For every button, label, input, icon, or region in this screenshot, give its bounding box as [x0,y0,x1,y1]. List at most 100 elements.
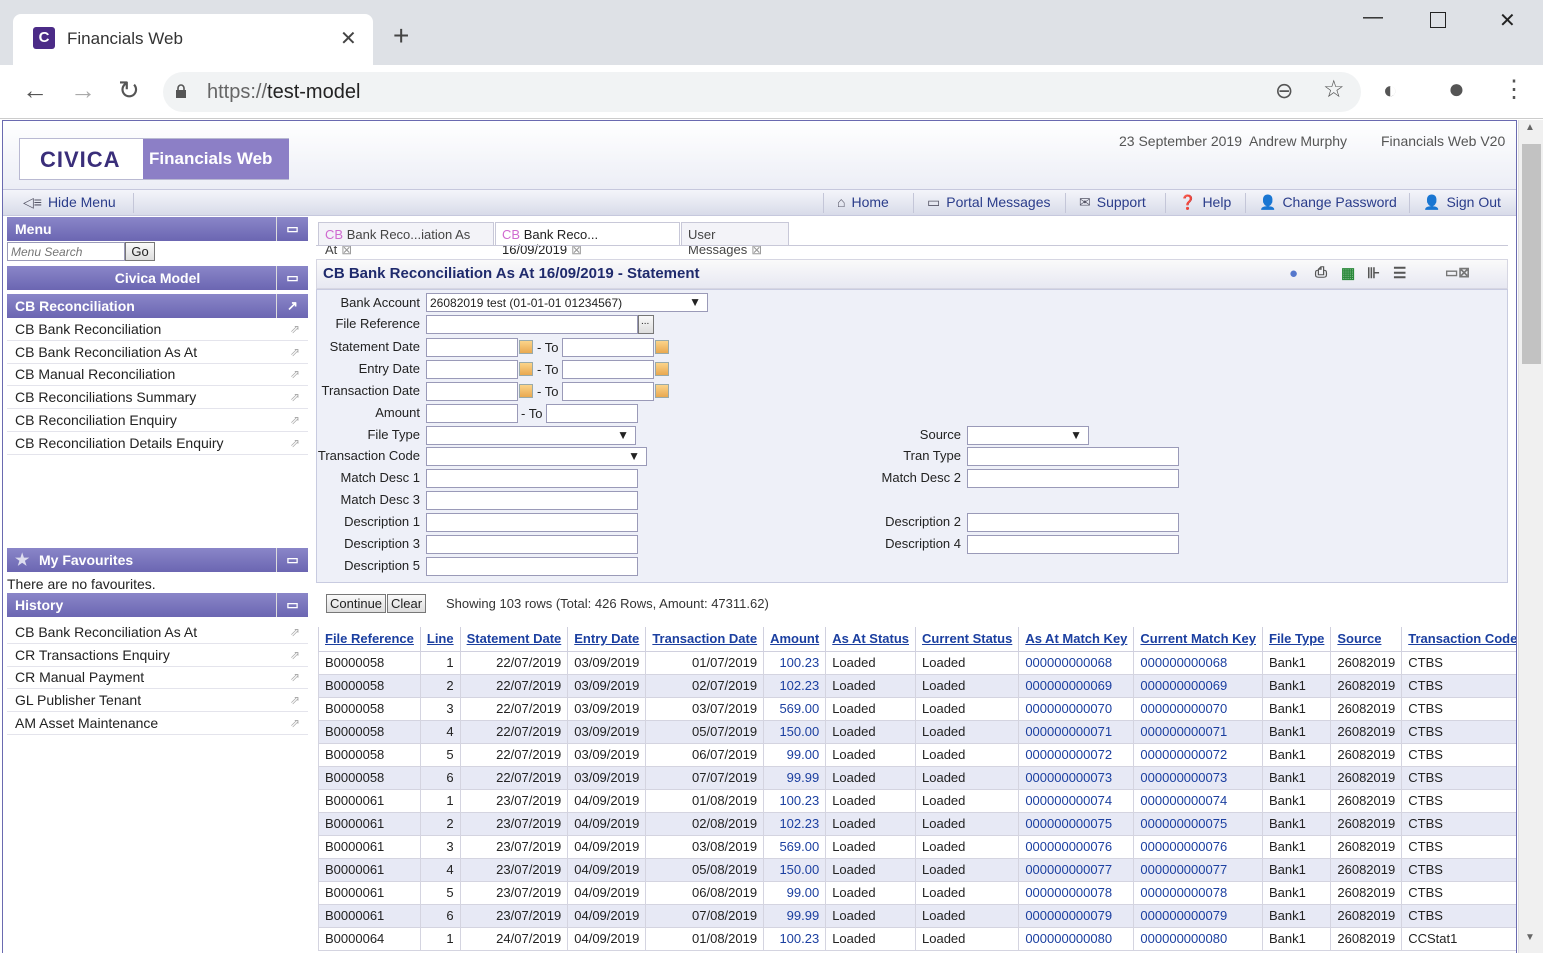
hide-menu-button[interactable]: ◁≡ Hide Menu [23,194,116,211]
table-cell[interactable]: 000000000080 [1133,926,1263,951]
table-row[interactable]: B0000061 1 23/07/2019 04/09/2019 01/08/2019 1… [318,788,1516,813]
file-reference-input[interactable] [426,315,638,334]
open-external-icon[interactable]: ⇗ [290,648,300,662]
column-header[interactable]: Transaction Date [645,627,765,652]
column-header[interactable]: File Type [1261,627,1332,652]
table-cell[interactable]: 000000000076 [1018,834,1135,859]
table-cell[interactable]: 000000000080 [1018,926,1135,951]
table-cell[interactable]: 000000000072 [1133,742,1263,767]
table-row[interactable]: B0000061 2 23/07/2019 04/09/2019 02/08/2019 1… [318,811,1516,836]
table-cell[interactable]: 000000000069 [1133,673,1263,698]
open-external-icon[interactable]: ⇗ [290,436,300,450]
table-cell[interactable]: 000000000068 [1018,650,1135,675]
statement-date-to-input[interactable] [562,338,654,357]
calendar-icon[interactable] [519,362,533,376]
browser-tab[interactable]: C Financials Web ✕ [13,14,373,65]
open-external-icon[interactable]: ⇗ [290,367,300,381]
table-row[interactable]: B0000058 2 22/07/2019 03/09/2019 02/07/2019 1… [318,673,1516,698]
back-icon[interactable]: ← [22,77,48,103]
continue-button[interactable]: Continue [326,594,387,613]
table-row[interactable]: B0000061 3 23/07/2019 04/09/2019 03/08/2019 5… [318,834,1516,859]
table-cell[interactable]: 000000000070 [1133,696,1263,721]
support-link[interactable]: ✉ Support [1079,194,1146,211]
table-cell[interactable]: 102.23 [763,673,827,698]
open-external-icon[interactable]: ⇗ [290,716,300,730]
menu-item[interactable]: CB Bank Reconciliation ⇗ [7,318,308,341]
table-cell[interactable]: 000000000071 [1018,719,1135,744]
entry-date-to-input[interactable] [562,360,654,379]
column-header[interactable]: As At Status [825,627,917,652]
table-row[interactable]: B0000058 4 22/07/2019 03/09/2019 05/07/2019 1… [318,719,1516,744]
file-type-select[interactable]: ▼ [426,426,636,445]
zoom-out-icon[interactable]: ⊖ [1275,78,1293,104]
table-row[interactable]: B0000064 1 24/07/2019 04/09/2019 01/08/2019 1… [318,926,1516,951]
table-cell[interactable]: 000000000079 [1133,903,1263,928]
table-cell[interactable]: 000000000074 [1018,788,1135,813]
amount-to-input[interactable] [546,404,638,423]
table-cell[interactable]: 000000000075 [1133,811,1263,836]
column-header[interactable]: Entry Date [567,627,647,652]
table-row[interactable]: B0000058 1 22/07/2019 03/09/2019 01/07/2019 1… [318,650,1516,675]
clear-button[interactable]: Clear [387,594,427,613]
table-cell[interactable]: 000000000068 [1133,650,1263,675]
calendar-icon[interactable] [655,384,669,398]
history-item[interactable]: CR Transactions Enquiry ⇗ [7,644,308,667]
scrollbar-thumb[interactable] [1522,144,1541,364]
calendar-icon[interactable] [655,340,669,354]
page-scrollbar[interactable]: ▲ ▼ [1518,120,1543,953]
open-external-icon[interactable]: ⇗ [290,322,300,336]
panel-toggle-icon[interactable]: ▭ [276,593,308,617]
table-cell[interactable]: 99.00 [763,880,827,905]
open-external-icon[interactable]: ⇗ [290,345,300,359]
table-cell[interactable]: 100.23 [763,650,827,675]
menu-item[interactable]: CB Reconciliations Summary ⇗ [7,386,308,409]
folder-up-icon[interactable]: ↗ [276,294,308,318]
window-close-icon[interactable]: ✕ [1499,8,1516,33]
table-cell[interactable]: 000000000075 [1018,811,1135,836]
column-header[interactable]: Current Match Key [1133,627,1263,652]
open-external-icon[interactable]: ⇗ [290,693,300,707]
transaction-date-to-input[interactable] [562,382,654,401]
extension-icon[interactable]: ◐ [1383,78,1398,104]
table-cell[interactable]: 000000000073 [1133,765,1263,790]
menu-item[interactable]: CB Bank Reconciliation As At ⇗ [7,341,308,364]
menu-item[interactable]: CB Manual Reconciliation ⇗ [7,363,308,386]
table-row[interactable]: B0000058 3 22/07/2019 03/09/2019 03/07/2019 5… [318,696,1516,721]
column-header[interactable]: Statement Date [459,627,569,652]
table-cell[interactable]: 100.23 [763,788,827,813]
table-row[interactable]: B0000061 6 23/07/2019 04/09/2019 07/08/2019 9… [318,903,1516,928]
table-cell[interactable]: 000000000074 [1133,788,1263,813]
print-icon[interactable]: ⎙ [1315,264,1327,281]
help-link[interactable]: ❓ Help [1179,194,1231,211]
tab-bank-reconciliation-statement[interactable]: CB Bank Reco... 16/09/2019 ⊠ [495,222,680,257]
table-cell[interactable]: 000000000078 [1018,880,1135,905]
calendar-icon[interactable] [519,340,533,354]
profile-icon[interactable]: ● [1448,75,1465,103]
match-desc-1-input[interactable] [426,469,638,488]
open-external-icon[interactable]: ⇗ [290,670,300,684]
column-header[interactable]: File Reference [318,627,421,652]
table-cell[interactable]: 000000000077 [1018,857,1135,882]
transaction-code-select[interactable]: ▼ [426,447,647,466]
amount-from-input[interactable] [426,404,518,423]
browser-menu-icon[interactable]: ⋮ [1502,77,1526,103]
table-row[interactable]: B0000058 5 22/07/2019 03/09/2019 06/07/2019 9… [318,742,1516,767]
column-header[interactable]: Current Status [915,627,1020,652]
address-bar[interactable]: https://test-model ⊖ ☆ [163,72,1361,112]
table-cell[interactable]: 99.99 [763,903,827,928]
bookmark-star-icon[interactable]: ☆ [1323,77,1345,103]
table-cell[interactable]: 000000000073 [1018,765,1135,790]
table-row[interactable]: B0000061 4 23/07/2019 04/09/2019 05/08/2019 1… [318,857,1516,882]
change-password-link[interactable]: 👤 Change Password [1259,194,1397,211]
panel-toggle-icon[interactable]: ▭ [276,548,308,572]
table-cell[interactable]: 000000000072 [1018,742,1135,767]
calendar-icon[interactable] [655,362,669,376]
menu-item[interactable]: CB Reconciliation Enquiry ⇗ [7,409,308,432]
table-cell[interactable]: 100.23 [763,926,827,951]
excel-export-icon[interactable]: ▦ [1341,264,1355,282]
columns-icon[interactable]: ⊪ [1367,264,1380,282]
tab-user-messages[interactable]: User Messages ⊠ [681,222,789,257]
home-link[interactable]: ⌂ Home [837,194,889,210]
menu-search-go-button[interactable]: Go [125,242,155,261]
window-restore-icon[interactable]: ▭⊠ [1445,264,1470,281]
